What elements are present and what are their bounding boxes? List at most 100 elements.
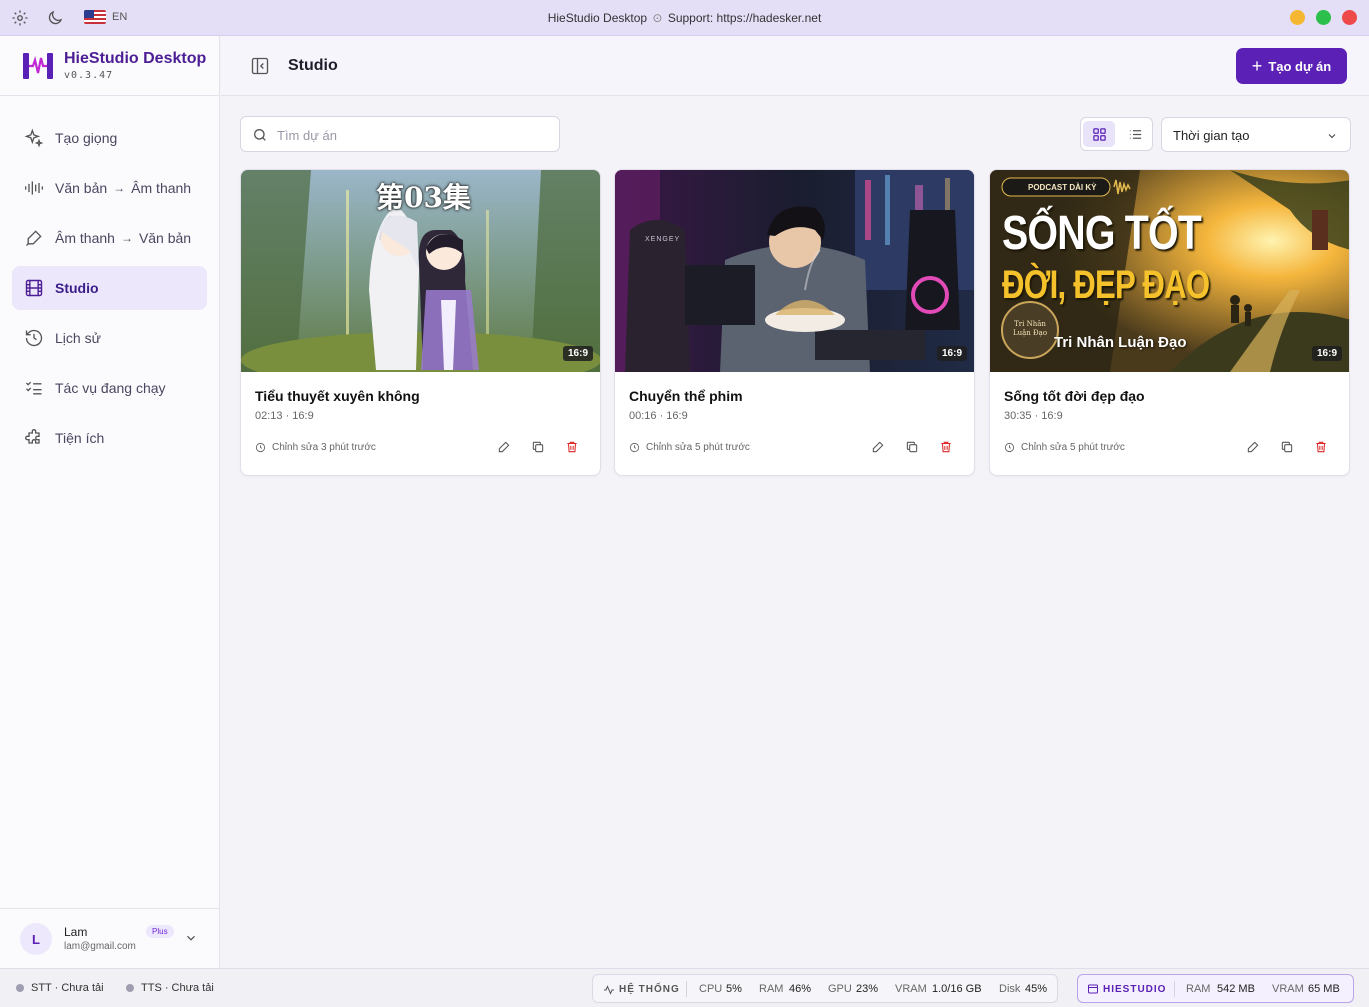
clock-icon: [629, 442, 640, 453]
plan-badge: Plus: [146, 925, 174, 938]
delete-button[interactable]: [1314, 440, 1330, 456]
gamer-eating-thumbnail-image: [615, 170, 974, 372]
sidebar-item-label: Tạo giọng: [55, 130, 118, 146]
sidebar-item-label-from: Văn bản: [55, 180, 108, 196]
disk-label: Disk: [999, 983, 1021, 995]
delete-button[interactable]: [939, 440, 955, 456]
sidebar-item-label-from: Âm thanh: [55, 230, 115, 246]
create-project-button[interactable]: + Tạo dự án: [1236, 48, 1347, 84]
gpu-label: GPU: [828, 983, 852, 995]
project-title: Tiểu thuyết xuyên không: [255, 388, 420, 404]
puzzle-icon: [25, 429, 40, 444]
duplicate-button[interactable]: [1280, 440, 1296, 456]
app-logo-icon: [23, 53, 53, 79]
copy-icon: [1281, 441, 1293, 453]
sidebar-item-label-to: Âm thanh: [131, 180, 192, 196]
sidebar-item-running-tasks[interactable]: Tác vụ đang chạy: [12, 366, 207, 410]
sidebar-item-voice-create[interactable]: Tạo giọng: [12, 116, 207, 160]
search-input[interactable]: [277, 125, 547, 145]
project-meta: 30:35 · 16:9: [1004, 410, 1063, 422]
project-thumbnail[interactable]: PODCAST DÀI KỲ SỐNG TỐT ĐỜI, ĐẸP ĐẠO Tri…: [990, 170, 1349, 372]
trash-icon: [567, 441, 577, 453]
sort-select[interactable]: Thời gian tạo: [1161, 117, 1351, 152]
title-separator: ⊙: [652, 11, 663, 25]
project-card[interactable]: XENGEY 16:9 Chuyển thể phim 00:16 · 16:9…: [614, 169, 975, 476]
project-thumbnail[interactable]: XENGEY 16:9: [615, 170, 974, 372]
edit-button[interactable]: [871, 440, 887, 456]
project-title: Sống tốt đời đẹp đạo: [1004, 388, 1145, 404]
trash-icon: [941, 441, 951, 453]
sidebar-item-label: Tác vụ đang chạy: [55, 380, 166, 396]
duplicate-button[interactable]: [531, 440, 547, 456]
chair-brand-text: XENGEY: [645, 236, 681, 243]
copy-icon: [906, 441, 918, 453]
sidebar-item-label: Studio: [55, 280, 99, 296]
app-ram-label: RAM: [1186, 983, 1211, 995]
user-menu[interactable]: L Lam Plus lam@gmail.com: [0, 908, 220, 968]
app-label: HIESTUDIO: [1103, 984, 1167, 995]
sidebar-item-label: Lịch sử: [55, 330, 101, 346]
close-button[interactable]: [1342, 10, 1357, 25]
status-dot: [126, 984, 134, 992]
project-title: Chuyển thể phim: [629, 388, 743, 404]
chevron-down-icon[interactable]: [184, 931, 198, 945]
app-version: v0.3.47: [64, 70, 114, 81]
history-icon: [25, 329, 43, 347]
title-bar: EN HieStudio Desktop ⊙ Support: https://…: [0, 0, 1369, 36]
sparkles-icon: [24, 128, 44, 148]
project-card[interactable]: PODCAST DÀI KỲ SỐNG TỐT ĐỜI, ĐẸP ĐẠO Tri…: [989, 169, 1350, 476]
clock-icon: [255, 442, 266, 453]
list-icon: [1129, 129, 1141, 139]
sidebar-item-history[interactable]: Lịch sử: [12, 316, 207, 360]
aspect-ratio-badge: 16:9: [1311, 346, 1342, 361]
project-card[interactable]: 第03集 16:9 Tiểu thuyết xuyên không 02:13 …: [240, 169, 601, 476]
avatar: L: [20, 923, 52, 955]
pencil-icon: [872, 441, 884, 453]
project-thumbnail[interactable]: 第03集 16:9: [241, 170, 600, 372]
sidebar-item-text-to-speech[interactable]: Văn bản → Âm thanh: [12, 166, 207, 210]
app-title: HieStudio Desktop: [547, 11, 648, 25]
pencil-icon: [1247, 441, 1259, 453]
delete-button[interactable]: [565, 440, 581, 456]
divider: [686, 981, 687, 997]
app-ram-value: 542 MB: [1217, 983, 1255, 995]
list-view-button[interactable]: [1119, 121, 1151, 147]
sidebar-item-studio[interactable]: Studio: [12, 266, 207, 310]
edited-time: Chỉnh sửa 3 phút trước: [272, 442, 376, 453]
app-monitor: HIESTUDIO RAM 542 MB VRAM 65 MB: [1077, 974, 1354, 1003]
gpu-value: 23%: [856, 983, 879, 995]
activity-icon: [604, 985, 614, 995]
project-edited: Chỉnh sửa 3 phút trước: [255, 442, 376, 453]
sidebar: HieStudio Desktop v0.3.47 Tạo giọng Văn …: [0, 36, 220, 968]
user-name: Lam: [64, 925, 88, 939]
maximize-button[interactable]: [1316, 10, 1331, 25]
edited-time: Chỉnh sửa 5 phút trước: [1021, 442, 1125, 453]
edit-button[interactable]: [1246, 440, 1262, 456]
sidebar-nav: Tạo giọng Văn bản → Âm thanh Âm thanh → …: [12, 116, 207, 466]
vram-value: 1.0/16 GB: [932, 983, 982, 995]
thumbnail-seal-text: Tri Nhân Luận Đạo: [1012, 320, 1048, 337]
chevron-down-icon: [1328, 134, 1336, 139]
audio-wave-icon: [25, 181, 43, 195]
grid-view-button[interactable]: [1083, 121, 1115, 147]
podcast-badge: PODCAST DÀI KỲ: [1028, 183, 1097, 192]
tts-status-text: TTS · Chưa tải: [141, 982, 214, 994]
app-window-icon: [1088, 984, 1098, 994]
support-link[interactable]: https://hadesker.net: [717, 11, 822, 25]
minimize-button[interactable]: [1290, 10, 1305, 25]
user-email: lam@gmail.com: [64, 941, 136, 952]
duplicate-button[interactable]: [905, 440, 921, 456]
project-meta: 00:16 · 16:9: [629, 410, 688, 422]
tts-status: TTS · Chưa tải: [126, 982, 214, 994]
edit-button[interactable]: [497, 440, 513, 456]
search-box: [240, 116, 560, 152]
sidebar-item-utilities[interactable]: Tiện ích: [12, 416, 207, 460]
cpu-label: CPU: [699, 983, 723, 995]
grid-icon: [1092, 127, 1106, 141]
page-header: Studio + Tạo dự án: [221, 36, 1369, 96]
sidebar-collapse-icon[interactable]: [250, 56, 270, 76]
sidebar-item-speech-to-text[interactable]: Âm thanh → Văn bản: [12, 216, 207, 260]
page-title: Studio: [288, 57, 338, 74]
app-vram-label: VRAM: [1272, 983, 1304, 995]
thumbnail-title-line1: SỐNG TỐT: [1002, 207, 1202, 260]
